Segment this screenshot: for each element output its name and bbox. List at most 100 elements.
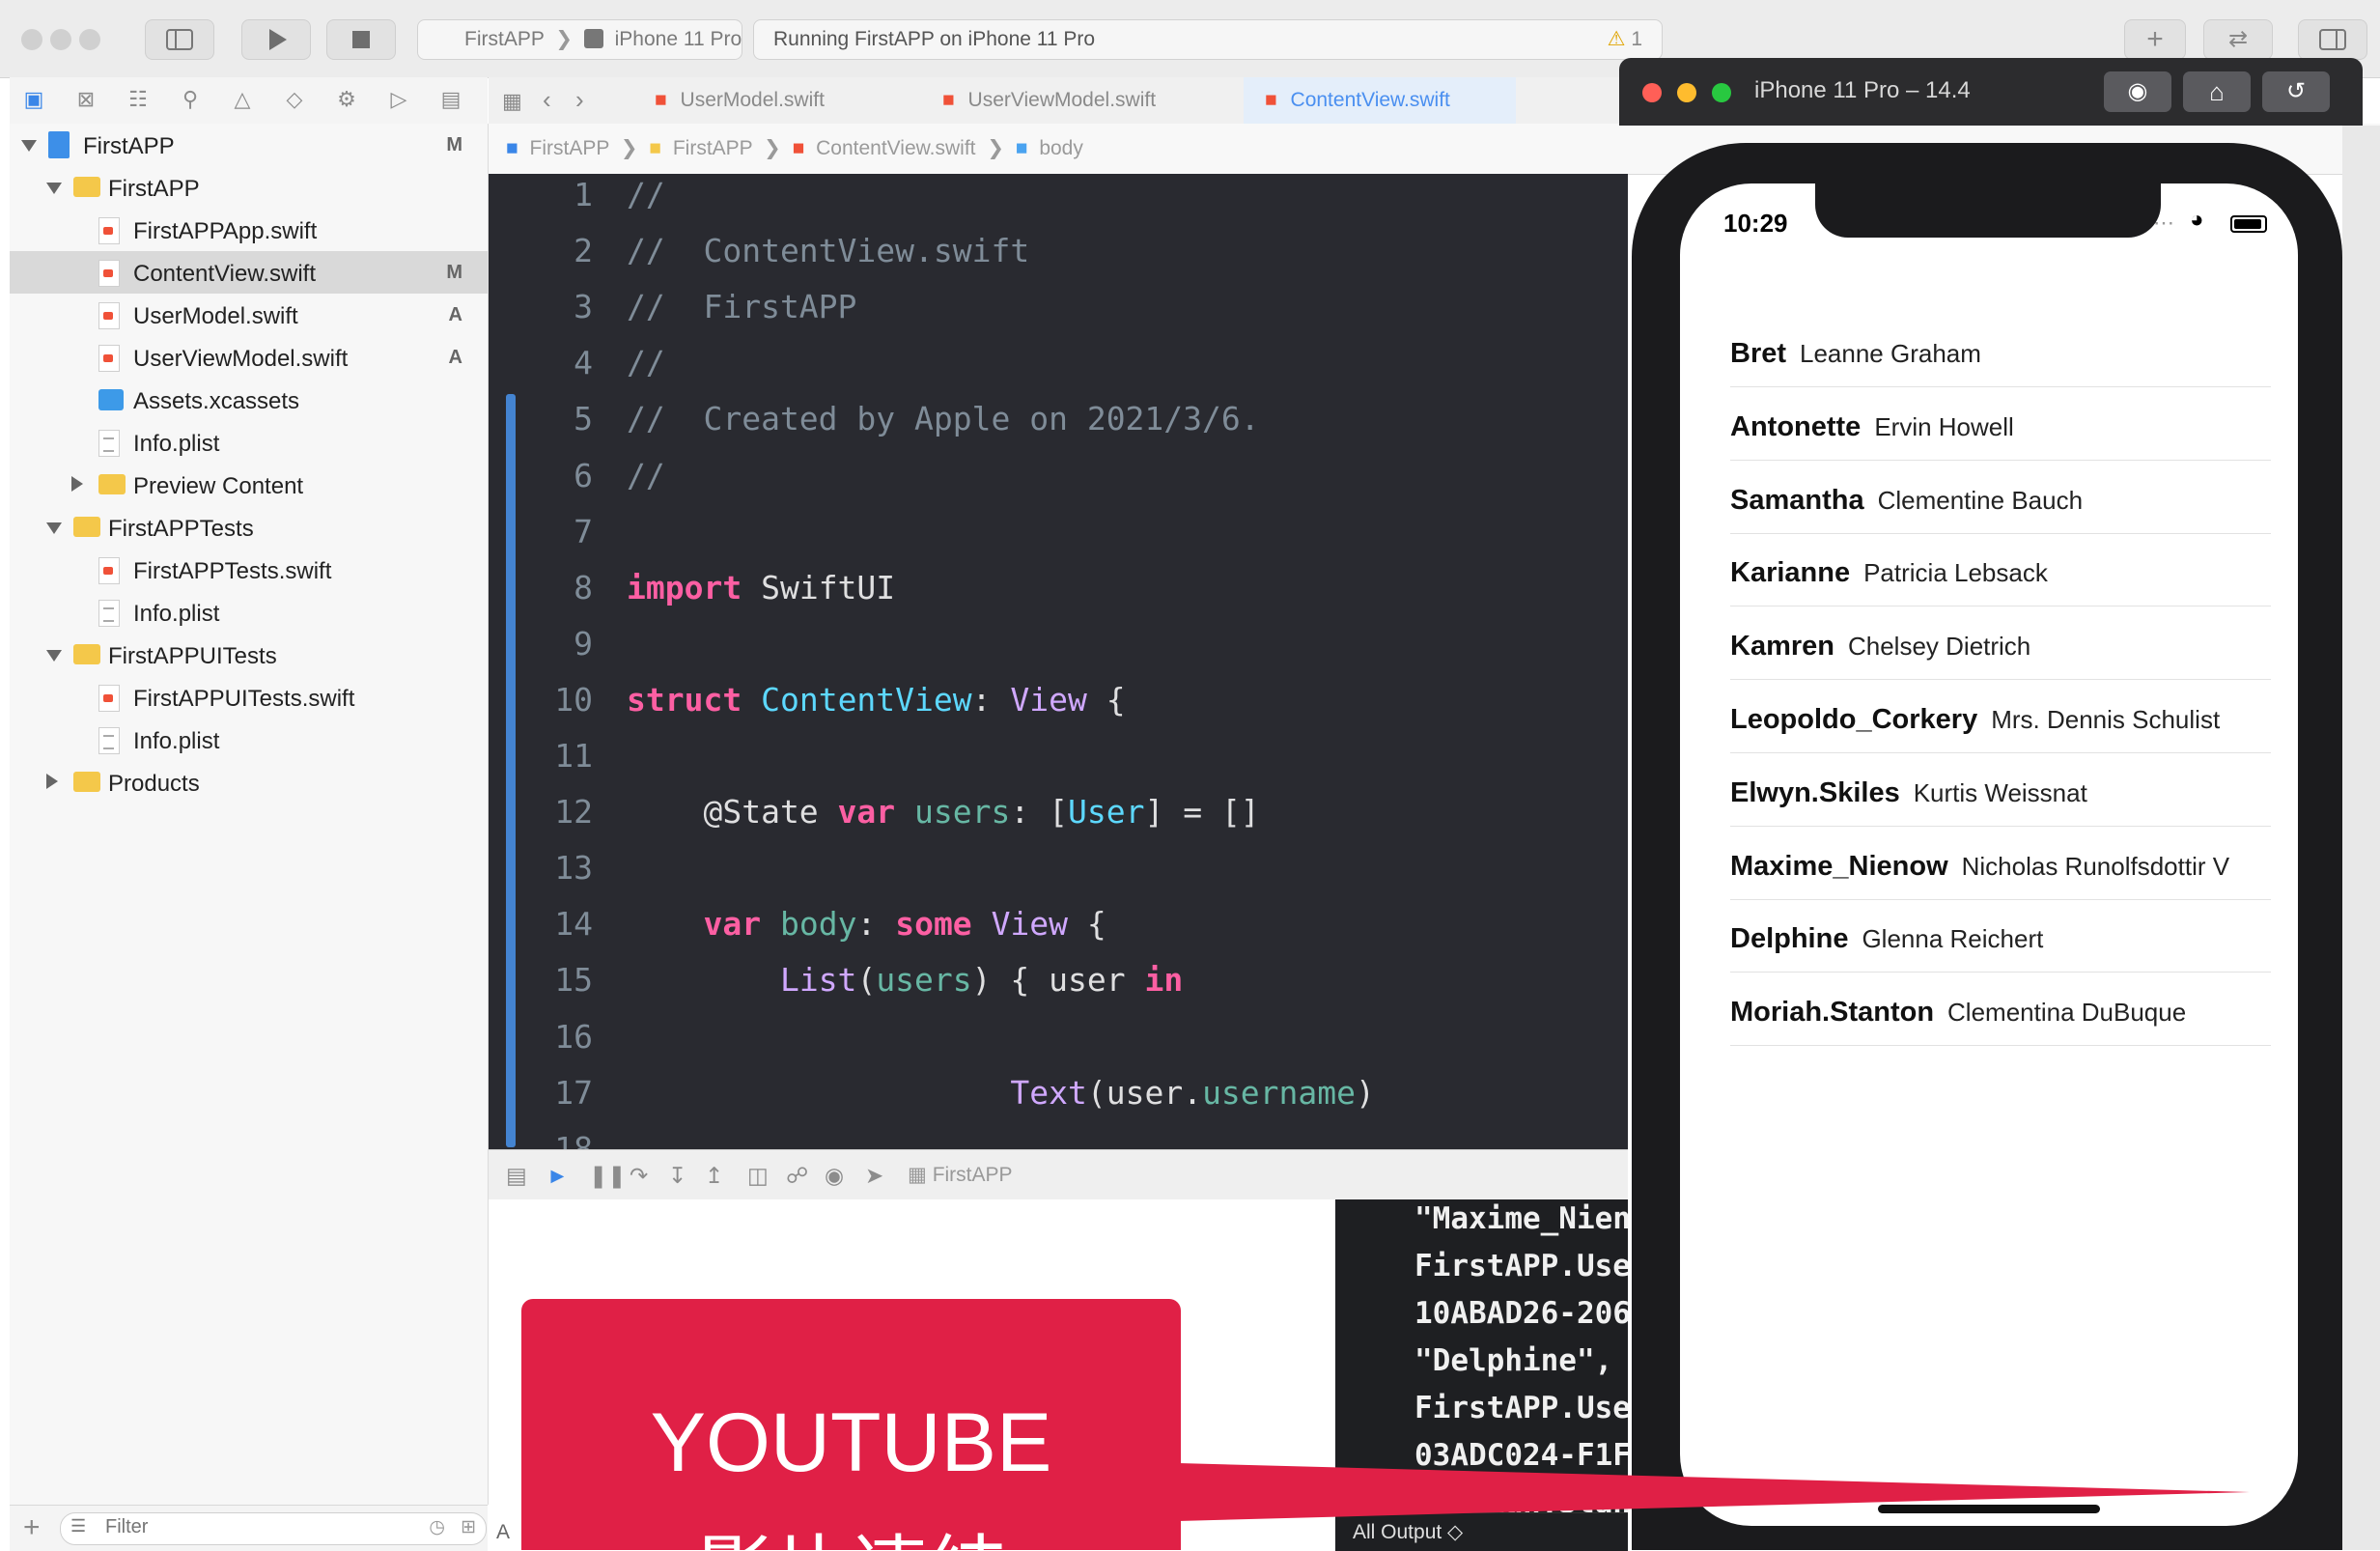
simulator-minimize-button[interactable] [1677,83,1696,102]
minimize-window-button[interactable] [50,29,71,50]
scheme-device: iPhone 11 Pro [614,28,742,50]
list-item[interactable]: Moriah.Stanton Clementina DuBuque [1680,973,2298,1047]
recent-icon[interactable]: ◷ [429,1516,445,1538]
test-icon[interactable]: ◇ [282,87,307,112]
navigator-row[interactable]: FirstAPP [10,166,488,209]
navigator-row[interactable]: FirstAPP M [10,124,488,166]
debug-target[interactable]: ▦ FirstAPP [908,1163,1013,1187]
tab-contentview[interactable]: ■ ContentView.swift [1244,77,1516,124]
source-control-icon[interactable]: ⊠ [73,87,98,112]
activity-status: Running FirstAPP on iPhone 11 Pro ⚠ 1 [753,19,1663,60]
scheme-selector[interactable]: FirstAPP ❯ iPhone 11 Pro [417,19,742,60]
navigator-row[interactable]: Preview Content [10,464,488,506]
youtube-link-card[interactable]: YOUTUBE 影片連結 [521,1299,1181,1550]
navigator-row[interactable]: ContentView.swift M [10,251,488,294]
navigator-row[interactable]: FirstAPPApp.swift [10,209,488,251]
filter-input[interactable] [103,1515,397,1539]
toggle-navigator-button[interactable] [145,19,214,60]
navigator-row[interactable]: Info.plist [10,421,488,464]
navigator-row[interactable]: Assets.xcassets [10,379,488,421]
report-icon[interactable]: ▤ [438,87,463,112]
search-icon[interactable]: ⚲ [178,87,203,112]
list-item[interactable]: Bret Leanne Graham [1680,315,2298,387]
code-token: : [ [1010,793,1068,832]
stop-button[interactable] [326,19,396,60]
list-item[interactable]: Leopoldo_Corkery Mrs. Dennis Schulist [1680,681,2298,753]
jump-bar-symbol[interactable]: body [1039,137,1083,159]
step-out-icon[interactable]: ↥ [705,1163,723,1189]
tab-usermodel[interactable]: ■ UserModel.swift [655,77,935,124]
screenshot-button[interactable]: ◉ [2104,71,2171,112]
view-debugger-icon[interactable]: ◫ [747,1163,769,1189]
jump-bar-group[interactable]: FirstAPP [673,137,752,159]
environment-overrides-icon[interactable]: ◉ [825,1163,844,1189]
zoom-window-button[interactable] [79,29,100,50]
home-indicator[interactable] [1878,1505,2100,1513]
library-button[interactable]: + [2124,19,2186,60]
navigator-row[interactable]: UserModel.swift A [10,294,488,336]
forward-icon[interactable]: › [575,85,584,115]
scm-status-badge: M [446,262,462,283]
simulator-zoom-button[interactable] [1712,83,1731,102]
list-item[interactable]: Kamren Chelsey Dietrich [1680,607,2298,681]
scm-status-badge: A [448,347,462,368]
navigator-row[interactable]: UserViewModel.swift A [10,336,488,379]
tab-userviewmodel[interactable]: ■ UserViewModel.swift [942,77,1232,124]
step-into-icon[interactable]: ↧ [668,1163,686,1189]
scm-filter-icon[interactable]: ⊞ [461,1516,476,1538]
list-item[interactable]: Elwyn.Skiles Kurtis Weissnat [1680,754,2298,827]
code-review-button[interactable]: ⇄ [2203,19,2273,60]
toggle-inspector-button[interactable] [2298,19,2367,60]
grid-icon[interactable]: ▦ [502,89,522,114]
issue-icon[interactable]: △ [230,87,255,112]
symbol-icon[interactable]: ☷ [126,87,151,112]
list-item[interactable]: Delphine Glenna Reichert [1680,900,2298,973]
disclosure-open-icon[interactable] [46,183,62,194]
location-icon[interactable]: ➤ [865,1163,883,1189]
simulator-close-button[interactable] [1642,83,1662,102]
list-item[interactable]: Maxime_Nienow Nicholas Runolfsdottir V [1680,828,2298,900]
pause-icon[interactable]: ❚❚ [589,1163,627,1189]
back-icon[interactable]: ‹ [543,85,551,115]
row-separator [1730,1045,2271,1047]
run-button[interactable] [241,19,311,60]
source-editor[interactable]: 1 // 2 // ContentView.swift 3 // FirstAPP 4 // 5… [489,174,1628,1392]
swift-file-icon: ■ [792,137,805,159]
hide-debug-area-icon[interactable]: ▤ [506,1163,527,1189]
list-item[interactable]: Samantha Clementine Bauch [1680,462,2298,534]
disclosure-closed-icon[interactable] [71,476,83,492]
navigator-row[interactable]: FirstAPPTests [10,506,488,549]
warning-indicator[interactable]: ⚠ 1 [1608,20,1642,59]
close-window-button[interactable] [21,29,42,50]
rotate-button[interactable]: ↺ [2262,71,2330,112]
navigator-row[interactable]: FirstAPPUITests [10,634,488,676]
filter-field[interactable]: ☰ ◷ ⊞ [60,1512,487,1545]
output-selector[interactable]: All Output ◇ [1353,1521,1463,1543]
debug-icon[interactable]: ⚙ [334,87,359,112]
jump-bar-file[interactable]: ContentView.swift [816,137,975,159]
navigator-row[interactable]: Products [10,761,488,804]
disclosure-open-icon[interactable] [46,522,62,534]
disclosure-closed-icon[interactable] [46,774,58,789]
step-over-icon[interactable]: ↷ [630,1163,648,1189]
list-item[interactable]: Karianne Patricia Lebsack [1680,534,2298,607]
jump-bar-project[interactable]: FirstAPP [530,137,609,159]
disclosure-open-icon[interactable] [46,650,62,662]
breakpoints-toggle-icon[interactable]: ► [546,1163,569,1189]
navigator-row[interactable]: Info.plist [10,719,488,761]
memory-graph-icon[interactable]: ☍ [786,1163,808,1189]
list-item[interactable]: Antonette Ervin Howell [1680,388,2298,461]
breakpoint-icon[interactable]: ▷ [386,87,411,112]
code-token: username [1202,1073,1357,1112]
navigator-row[interactable]: Info.plist [10,591,488,634]
console-line: "Maxime_Nien [1414,1201,1628,1236]
navigator-row[interactable]: FirstAPPTests.swift [10,549,488,591]
folder-icon[interactable]: ▣ [21,87,46,112]
code-token: ) { user [971,961,1145,1000]
navigator-row[interactable]: FirstAPPUITests.swift [10,676,488,719]
add-icon[interactable]: + [23,1511,41,1544]
navigator-row-label: Info.plist [133,728,220,754]
disclosure-open-icon[interactable] [21,140,37,152]
home-button[interactable]: ⌂ [2183,71,2251,112]
